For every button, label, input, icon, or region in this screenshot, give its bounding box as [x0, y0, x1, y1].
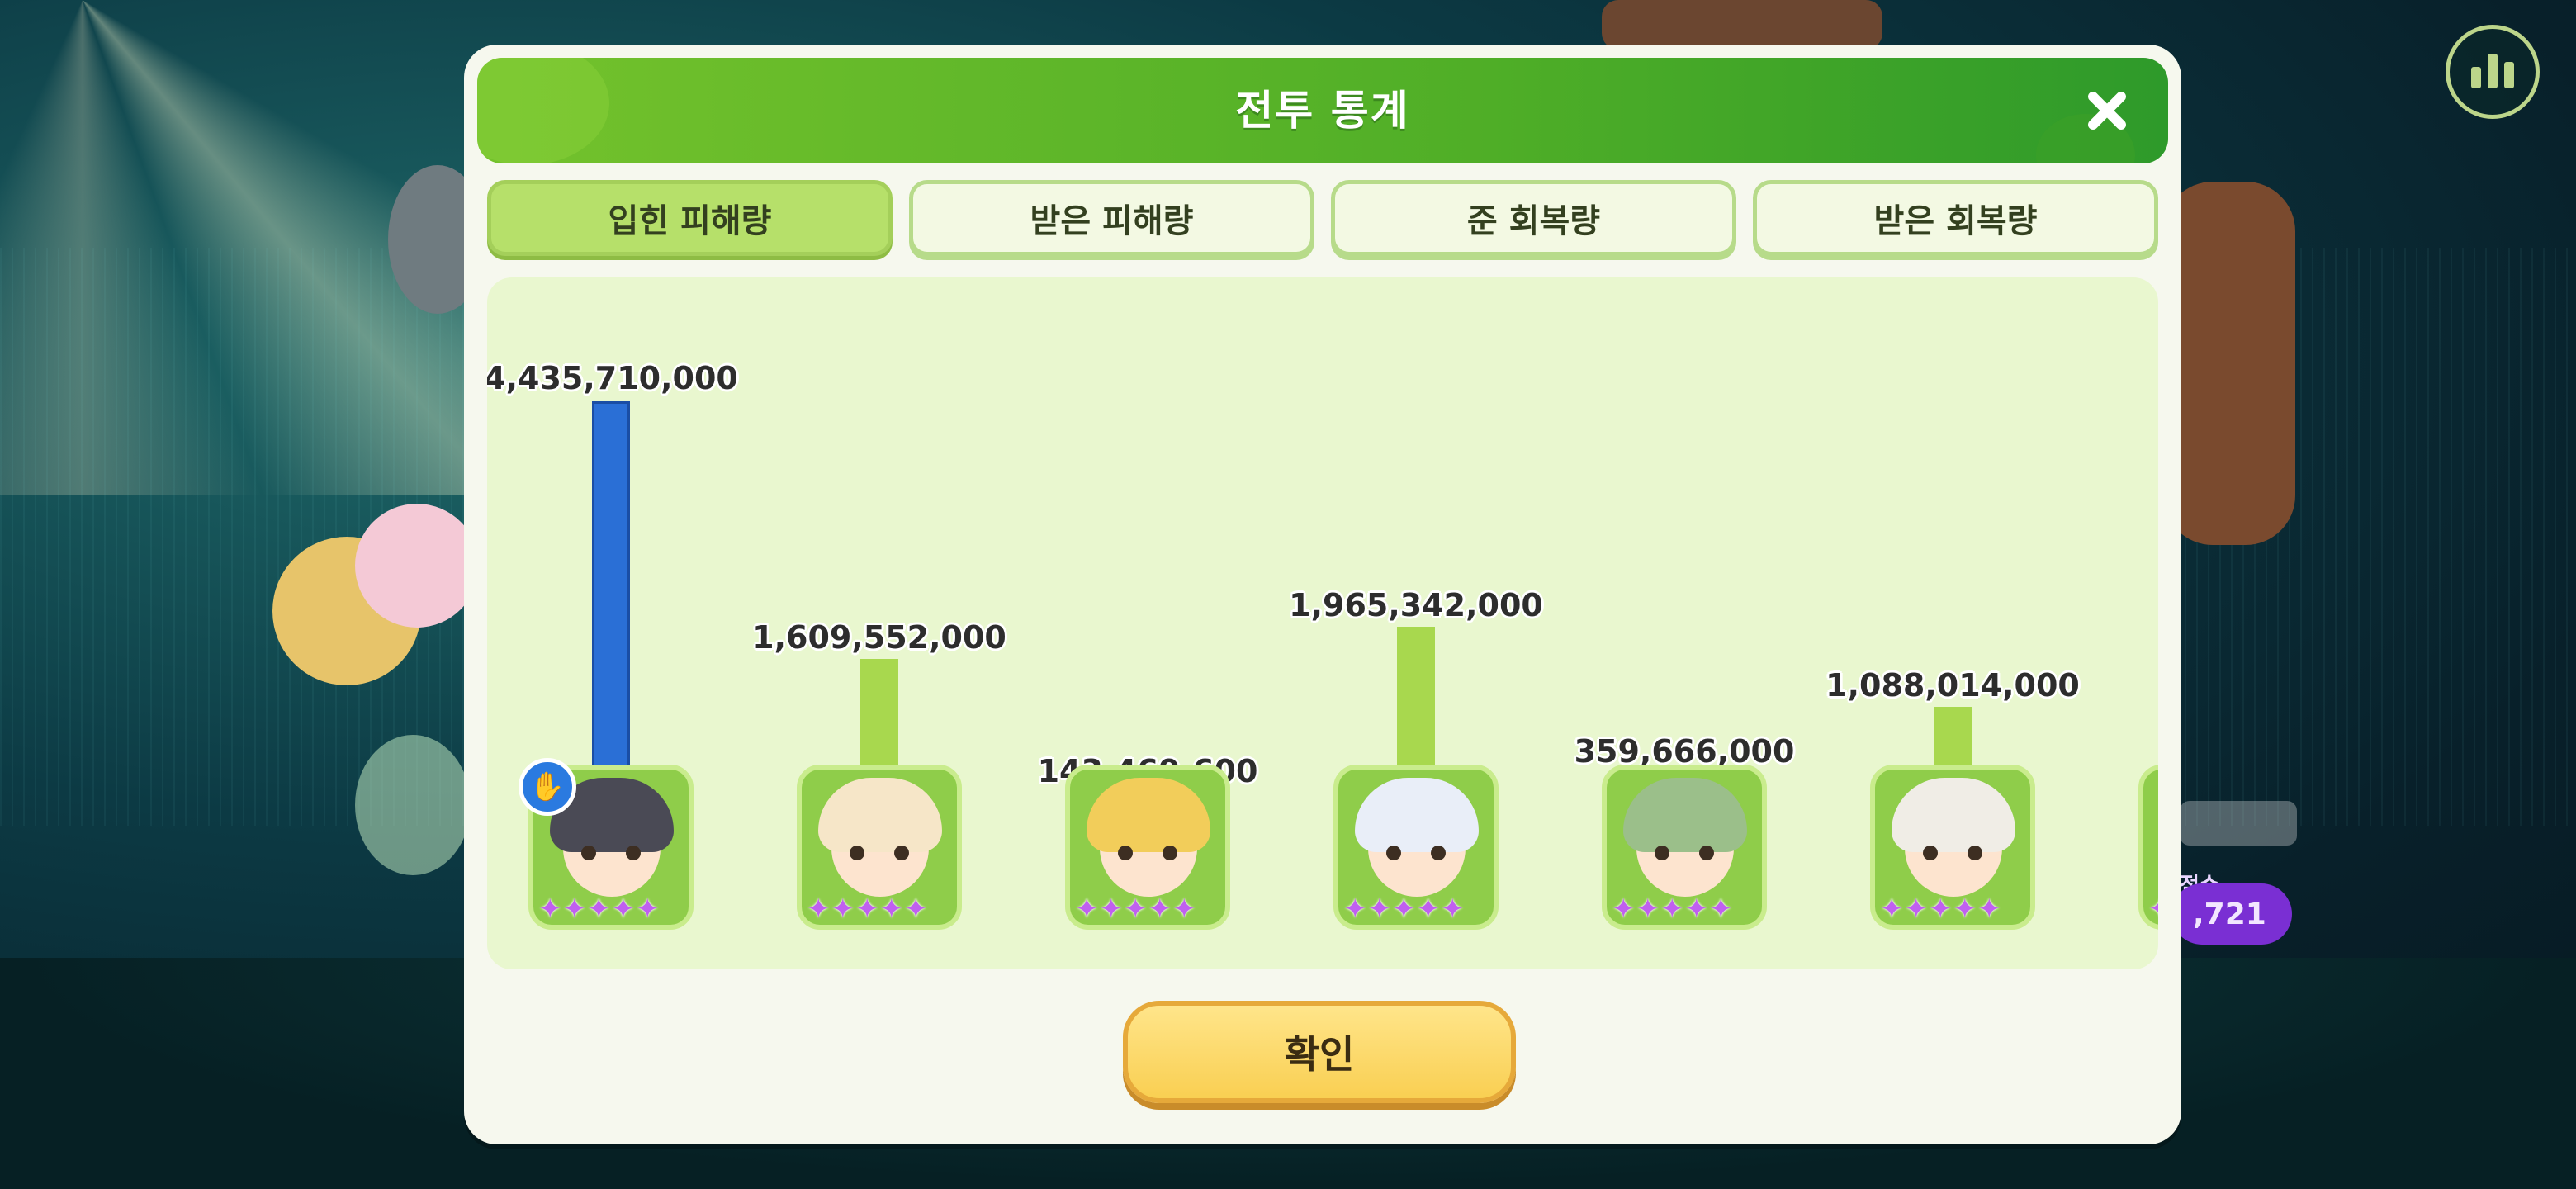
character-hair — [1355, 778, 1479, 852]
damage-bar — [592, 401, 630, 806]
character-portrait[interactable]: ✦✦✦✦✦ — [1870, 765, 2035, 930]
star-icon: ✦ — [1636, 893, 1660, 926]
battle-stats-dialog: 전투 통계 입힌 피해량 받은 피해량 준 회복량 받은 회복량 4,435,7… — [464, 45, 2181, 1144]
tab-damage-taken[interactable]: 받은 피해량 — [909, 180, 1314, 256]
bar-chart-icon[interactable] — [2446, 25, 2540, 119]
star-rating: ✦✦✦✦✦ — [538, 895, 660, 923]
character-portrait[interactable]: ✦✦✦✦✦ — [1602, 765, 1767, 930]
star-icon: ✦ — [587, 893, 611, 926]
star-icon: ✦ — [1367, 893, 1392, 926]
star-icon: ✦ — [1953, 893, 1977, 926]
star-icon: ✦ — [1343, 893, 1367, 926]
star-rating: ✦✦✦✦✦ — [807, 895, 928, 923]
background-panel — [2180, 801, 2297, 846]
character-eyes — [1923, 846, 1982, 860]
damage-value-label: 4,435,710,000 — [487, 360, 738, 396]
damage-value-label: 1,609,552,000 — [752, 619, 1006, 656]
star-icon: ✦ — [1904, 893, 1929, 926]
character-eyes — [1386, 846, 1446, 860]
damage-value-label: 1,965,342,000 — [1289, 586, 1543, 623]
star-icon: ✦ — [855, 893, 879, 926]
character-hair — [1623, 778, 1747, 852]
character-eyes — [1118, 846, 1177, 860]
star-rating: ✦✦✦✦✦ — [1343, 895, 1465, 923]
background-character — [1602, 0, 1882, 50]
character-hair — [1087, 778, 1210, 852]
star-icon: ✦ — [611, 893, 636, 926]
star-icon: ✦ — [879, 893, 904, 926]
star-icon: ✦ — [1929, 893, 1953, 926]
star-icon: ✦ — [807, 893, 831, 926]
damage-bar-chart: 4,435,710,000✦✦✦✦✦✋1,609,552,000✦✦✦✦✦143… — [487, 277, 2158, 969]
star-icon: ✦ — [1099, 893, 1124, 926]
character-eyes — [581, 846, 641, 860]
character-portrait[interactable]: ✦✦✦✦✦ — [2138, 765, 2158, 930]
character-portrait[interactable]: ✦✦✦✦✦ — [797, 765, 962, 930]
star-rating: ✦✦✦✦✦ — [1880, 895, 2001, 923]
star-icon: ✦ — [1880, 893, 1904, 926]
star-icon: ✦ — [538, 893, 562, 926]
dialog-header: 전투 통계 — [477, 58, 2168, 163]
confirm-button[interactable]: 확인 — [1123, 1001, 1516, 1103]
background-character — [355, 504, 479, 628]
character-hair — [818, 778, 942, 852]
star-icon: ✦ — [1977, 893, 2001, 926]
star-icon: ✦ — [904, 893, 928, 926]
star-icon: ✦ — [562, 893, 587, 926]
damage-chart-panel[interactable]: 4,435,710,000✦✦✦✦✦✋1,609,552,000✦✦✦✦✦143… — [487, 277, 2158, 969]
damage-value-label: 1,088,014,000 — [1825, 666, 2080, 703]
dialog-title: 전투 통계 — [1235, 87, 1410, 135]
star-icon: ✦ — [1124, 893, 1148, 926]
star-icon: ✦ — [1709, 893, 1733, 926]
star-icon: ✦ — [1441, 893, 1465, 926]
tab-healing-received[interactable]: 받은 회복량 — [1753, 180, 2158, 256]
character-eyes — [850, 846, 909, 860]
star-icon: ✦ — [1416, 893, 1441, 926]
character-hair — [1892, 778, 2015, 852]
star-icon: ✦ — [2148, 895, 2158, 923]
star-icon: ✦ — [1684, 893, 1709, 926]
star-rating: ✦✦✦✦✦ — [2148, 895, 2158, 923]
star-icon: ✦ — [1612, 893, 1636, 926]
score-value: ,721 — [2171, 883, 2292, 945]
star-icon: ✦ — [1172, 893, 1196, 926]
stat-tabs: 입힌 피해량 받은 피해량 준 회복량 받은 회복량 — [487, 180, 2158, 259]
star-icon: ✦ — [636, 893, 660, 926]
close-icon[interactable] — [2079, 83, 2135, 139]
background-character — [2163, 182, 2295, 545]
top-damage-badge-icon: ✋ — [519, 758, 576, 816]
star-icon: ✦ — [1075, 893, 1099, 926]
background-character — [355, 735, 471, 875]
tab-damage-dealt[interactable]: 입힌 피해량 — [487, 180, 893, 256]
tab-healing-given[interactable]: 준 회복량 — [1331, 180, 1736, 256]
star-rating: ✦✦✦✦✦ — [1612, 895, 1733, 923]
character-eyes — [1655, 846, 1714, 860]
star-icon: ✦ — [1660, 893, 1684, 926]
character-portrait[interactable]: ✦✦✦✦✦ — [1333, 765, 1499, 930]
star-icon: ✦ — [1392, 893, 1416, 926]
character-portrait[interactable]: ✦✦✦✦✦ — [1065, 765, 1230, 930]
star-rating: ✦✦✦✦✦ — [1075, 895, 1196, 923]
star-icon: ✦ — [1148, 893, 1172, 926]
star-icon: ✦ — [831, 893, 855, 926]
